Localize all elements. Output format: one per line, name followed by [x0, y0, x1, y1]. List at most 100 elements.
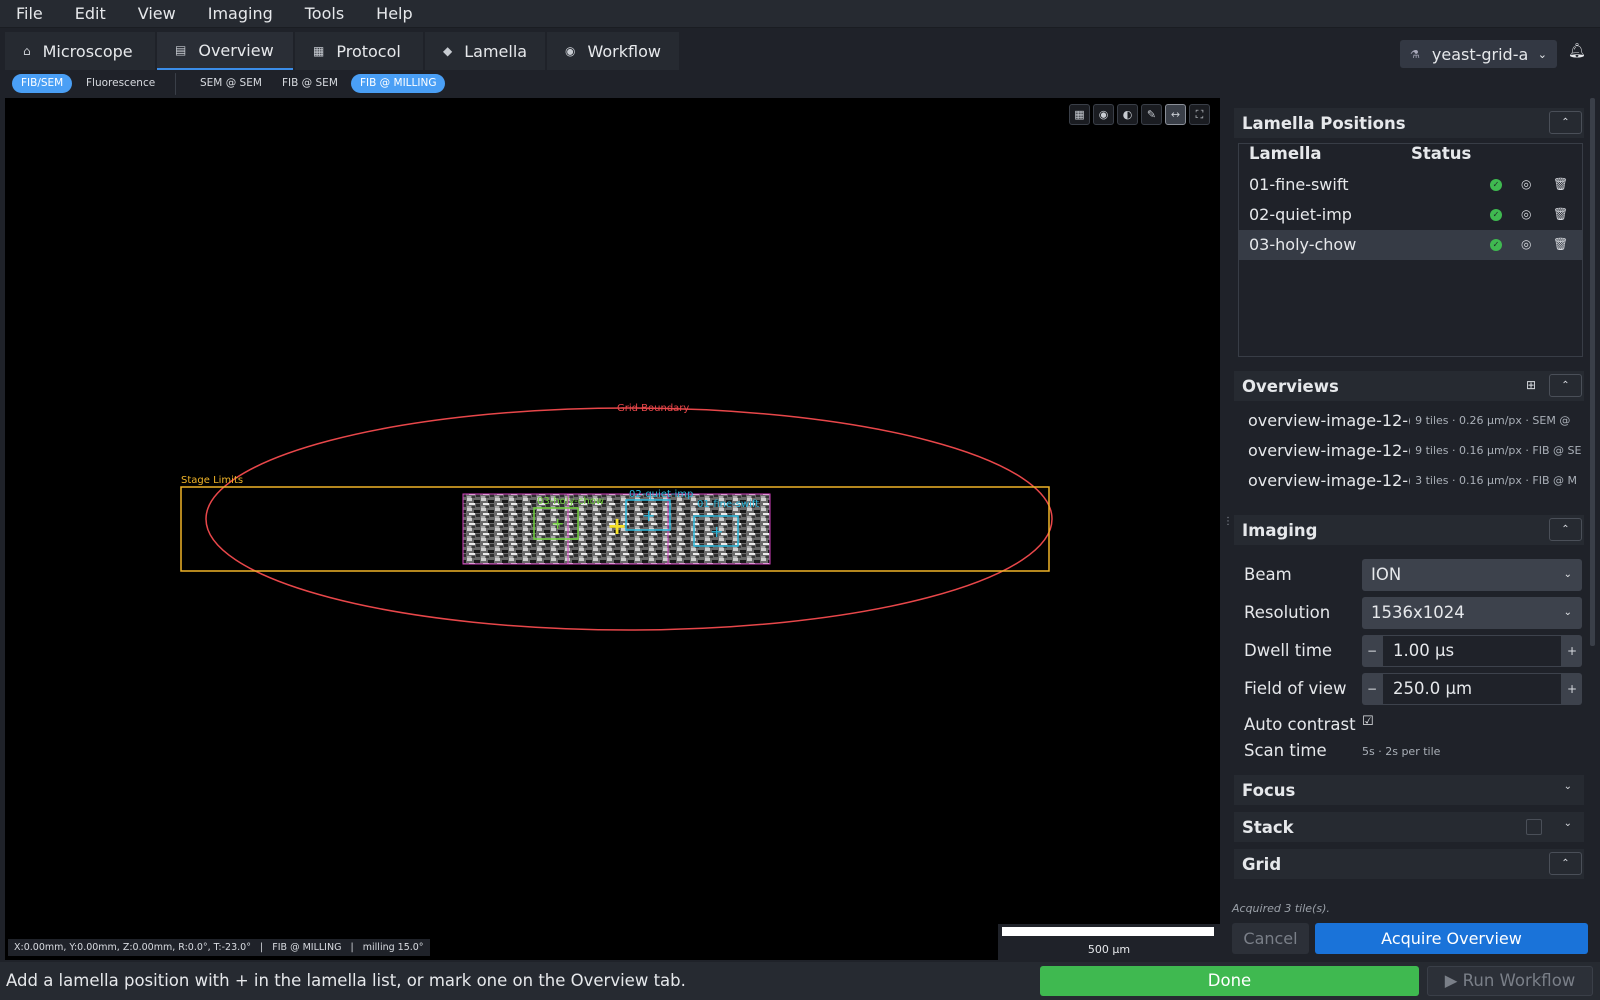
resolution-select[interactable]: 1536x1024 ⌄ [1362, 597, 1582, 629]
contrast-icon[interactable]: ◐ [1117, 104, 1138, 125]
collapse-button[interactable]: ⌃ [1549, 374, 1582, 397]
section-title: Grid [1242, 854, 1282, 874]
overview-meta: 3 tiles · 0.16 µm/px · FIB @ M [1415, 474, 1577, 487]
table-row[interactable]: 01-fine-swift ✓ ◎ 🗑︎ [1239, 170, 1582, 200]
collapse-button[interactable]: ⌃ [1549, 852, 1582, 875]
target-icon[interactable]: ◎ [1521, 237, 1531, 251]
bell-icon[interactable]: 🔔︎ [1568, 43, 1586, 59]
eye-icon[interactable]: ◉ [1093, 104, 1114, 125]
list-item[interactable]: overview-image-12-( 9 tiles · 0.26 µm/px… [1248, 410, 1583, 438]
check-icon: ✓ [1490, 179, 1502, 191]
subtab-fibsem[interactable]: FIB/SEM [12, 74, 73, 93]
lamella-name: 01-fine-swift [1249, 175, 1349, 194]
decrement-button[interactable]: − [1362, 673, 1382, 705]
grid-boundary-label: Grid Boundary [617, 403, 689, 414]
trash-icon[interactable]: 🗑︎ [1553, 237, 1568, 251]
image-viewer[interactable]: Grid Boundary Stage Limits 03-holy-chow … [5, 98, 1220, 960]
add-overview-icon[interactable]: ⊞ [1526, 378, 1536, 392]
table-row[interactable]: 03-holy-chow ✓ ◎ 🗑︎ [1239, 230, 1582, 260]
resolution-row: Resolution 1536x1024 ⌄ [1244, 597, 1582, 629]
list-item[interactable]: overview-image-12-( 9 tiles · 0.16 µm/px… [1248, 440, 1583, 468]
menu-tools[interactable]: Tools [289, 0, 360, 28]
tab-protocol[interactable]: ▦ Protocol [295, 32, 423, 70]
acquire-overview-button[interactable]: Acquire Overview [1315, 923, 1588, 954]
subtab-fib-at-sem[interactable]: FIB @ SEM [273, 74, 347, 93]
subtab-sem-at-sem[interactable]: SEM @ SEM [191, 74, 271, 93]
trash-icon[interactable]: 🗑︎ [1553, 177, 1568, 191]
collapse-button[interactable]: ⌃ [1549, 518, 1582, 541]
menu-help[interactable]: Help [360, 0, 428, 28]
auto-contrast-checkbox[interactable]: ☑ [1362, 715, 1376, 729]
field-of-view-input[interactable]: 250.0 µm [1382, 673, 1562, 705]
panel-scrollbar[interactable] [1590, 98, 1595, 646]
tab-label: Protocol [336, 41, 401, 61]
map-icon: ▤ [175, 43, 187, 57]
overview-meta: 9 tiles · 0.16 µm/px · FIB @ SE [1415, 444, 1582, 457]
increment-button[interactable]: + [1562, 673, 1582, 705]
lamella-name: 02-quiet-imp [1249, 205, 1352, 224]
menu-bar: File Edit View Imaging Tools Help [0, 0, 1600, 28]
tab-label: Microscope [42, 41, 133, 61]
dwell-time-row: Dwell time − 1.00 µs + [1244, 635, 1582, 667]
chevron-down-icon: ⌄ [1563, 607, 1572, 618]
overview-name: overview-image-12-( [1248, 471, 1410, 490]
subtab-fluorescence[interactable]: Fluorescence [77, 74, 164, 93]
increment-button[interactable]: + [1562, 635, 1582, 667]
tab-lamella[interactable]: ◆ Lamella [425, 32, 545, 70]
stack-checkbox[interactable] [1526, 819, 1542, 835]
grid-icon[interactable]: ▦ [1069, 104, 1090, 125]
trash-icon[interactable]: 🗑︎ [1553, 207, 1568, 221]
field-of-view-stepper: − 250.0 µm + [1362, 673, 1582, 705]
pen-icon[interactable]: ✎ [1141, 104, 1162, 125]
menu-edit[interactable]: Edit [59, 0, 122, 28]
collapse-button[interactable]: ⌃ [1549, 111, 1582, 134]
section-stack[interactable]: Stack ⌄ [1234, 812, 1584, 842]
target-icon[interactable]: ◎ [1521, 177, 1531, 191]
tab-workflow[interactable]: ◉ Workflow [547, 32, 679, 70]
list-item[interactable]: overview-image-12-( 3 tiles · 0.16 µm/px… [1248, 470, 1583, 498]
decrement-button[interactable]: − [1362, 635, 1382, 667]
table-row[interactable]: 02-quiet-imp ✓ ◎ 🗑︎ [1239, 200, 1582, 230]
tab-microscope[interactable]: ⌂ Microscope [5, 32, 155, 70]
field-of-view-label: Field of view [1244, 679, 1347, 698]
tab-label: Workflow [587, 41, 661, 61]
ruler-icon[interactable]: ↔ [1165, 104, 1186, 125]
column-header-lamella: Lamella [1249, 144, 1322, 163]
play-icon: ▶︎ [1444, 971, 1463, 990]
resolution-label: Resolution [1244, 603, 1331, 622]
column-header-status: Status [1411, 144, 1472, 163]
project-name: yeast-grid-a [1431, 44, 1529, 64]
tab-overview[interactable]: ▤ Overview [157, 32, 293, 70]
menu-view[interactable]: View [122, 0, 192, 28]
resolution-value: 1536x1024 [1371, 603, 1465, 622]
scale-bar-line [1002, 927, 1214, 936]
section-focus[interactable]: Focus ⌄ [1234, 775, 1584, 805]
section-grid: Grid ⌃ [1234, 849, 1584, 879]
cancel-button[interactable]: Cancel [1232, 923, 1309, 954]
lamella-label-02: 02-quiet-imp [629, 489, 693, 500]
auto-contrast-label: Auto contrast [1244, 715, 1356, 734]
subtab-fib-at-milling[interactable]: FIB @ MILLING [351, 74, 446, 93]
menu-imaging[interactable]: Imaging [192, 0, 289, 28]
project-select[interactable]: ⚗ yeast-grid-a ⌄ [1400, 40, 1557, 68]
beam-select[interactable]: ION ⌄ [1362, 559, 1582, 591]
overview-name: overview-image-12-( [1248, 441, 1410, 460]
panel-splitter[interactable]: ⋮ [1220, 98, 1233, 960]
beam-value: ION [1371, 565, 1402, 584]
viewer-toolbar: ▦ ◉ ◐ ✎ ↔ ⛶ [1069, 104, 1210, 125]
document-icon: ▦ [313, 44, 325, 58]
tab-label: Lamella [464, 41, 528, 61]
lamella-marker-02: + [642, 506, 655, 525]
fit-icon[interactable]: ⛶ [1189, 104, 1210, 125]
check-icon: ✓ [1490, 209, 1502, 221]
target-icon[interactable]: ◎ [1521, 207, 1531, 221]
chevron-down-icon: ⌄ [1537, 47, 1547, 61]
stage-limits-label: Stage Limits [181, 475, 243, 486]
beam-row: Beam ION ⌄ [1244, 559, 1582, 591]
run-workflow-button[interactable]: ▶︎ Run Workflow [1427, 966, 1593, 996]
viewer-status: X:0.00mm, Y:0.00mm, Z:0.00mm, R:0.0°, T:… [8, 939, 430, 956]
dwell-time-input[interactable]: 1.00 µs [1382, 635, 1562, 667]
done-button[interactable]: Done [1040, 966, 1419, 996]
menu-file[interactable]: File [0, 0, 59, 28]
lamella-marker-01: + [710, 522, 723, 541]
